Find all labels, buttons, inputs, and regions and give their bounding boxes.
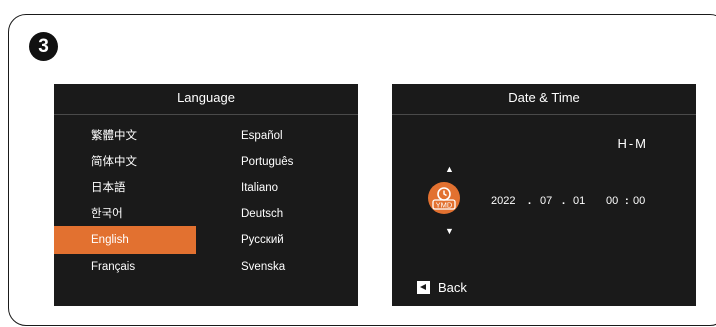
time-format-label: H-M: [617, 136, 648, 151]
clock-ymd-icon: YMD: [428, 182, 460, 214]
back-arrow-icon: [417, 281, 430, 294]
language-panel: Language 繁體中文 简体中文 日本語 한국어 English Franç…: [54, 84, 358, 306]
back-label: Back: [438, 280, 467, 295]
day-value[interactable]: 01: [573, 195, 585, 207]
year-value[interactable]: 2022: [491, 195, 515, 207]
ymd-label: YMD: [436, 201, 453, 210]
minute-value[interactable]: 00: [633, 195, 645, 207]
language-option[interactable]: 繁體中文: [54, 122, 196, 150]
language-option[interactable]: Svenska: [241, 253, 351, 281]
language-option[interactable]: Português: [241, 148, 351, 176]
back-button[interactable]: Back: [417, 280, 467, 295]
language-option[interactable]: Français: [54, 253, 196, 281]
time-colon: :: [625, 195, 629, 207]
language-option[interactable]: Italiano: [241, 174, 351, 202]
date-time-panel: Date & Time H-M ▲ YMD ▼ 2022 . 07 . 01 0…: [392, 84, 696, 306]
month-value[interactable]: 07: [540, 195, 552, 207]
language-option[interactable]: Русский: [241, 226, 351, 254]
date-separator: .: [562, 195, 566, 207]
date-separator: .: [528, 195, 532, 207]
language-option[interactable]: Deutsch: [241, 200, 351, 228]
language-option[interactable]: 日本語: [54, 174, 196, 202]
step-number-badge: 3: [29, 32, 58, 61]
language-option[interactable]: 简体中文: [54, 148, 196, 176]
language-option-selected[interactable]: English: [54, 226, 196, 254]
language-option[interactable]: 한국어: [54, 200, 196, 228]
date-time-panel-title: Date & Time: [392, 84, 696, 115]
down-arrow-icon[interactable]: ▼: [445, 226, 454, 236]
hour-value[interactable]: 00: [606, 195, 618, 207]
language-panel-title: Language: [54, 84, 358, 115]
language-option[interactable]: Español: [241, 122, 351, 150]
up-arrow-icon[interactable]: ▲: [445, 164, 454, 174]
